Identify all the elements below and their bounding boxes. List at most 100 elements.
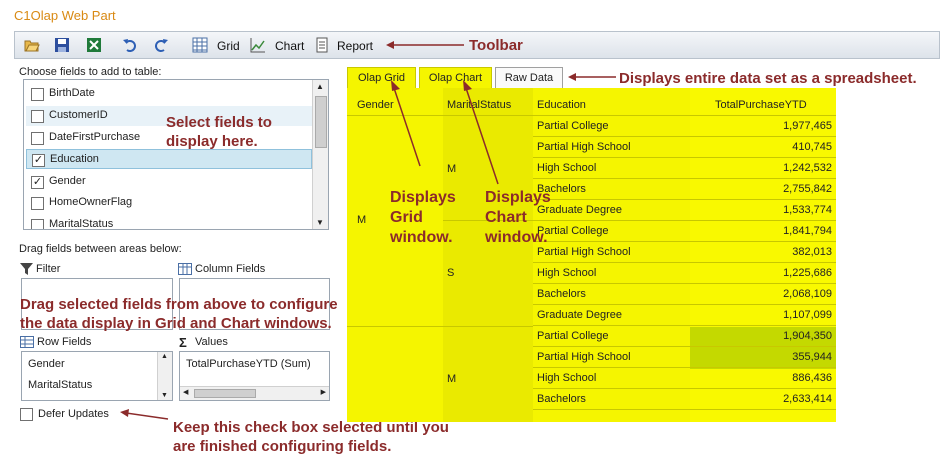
scroll-down-icon[interactable]: ▼	[161, 392, 168, 399]
maritalstatus-cell: S	[447, 267, 455, 279]
row-divider	[533, 367, 836, 368]
checkbox[interactable]	[31, 88, 44, 101]
education-cell[interactable]: Partial High School	[537, 141, 631, 153]
field-list-scrollbar[interactable]: ▲ ▼	[312, 80, 328, 229]
education-cell[interactable]: Graduate Degree	[537, 309, 622, 321]
toolbar-annotation: Toolbar	[469, 37, 523, 54]
defer-updates-label: Defer Updates	[38, 408, 109, 420]
row-fields-scrollbar[interactable]: ▲ ▼	[157, 352, 172, 400]
row-fields-area[interactable]: Gender MaritalStatus ▲ ▼	[21, 351, 173, 401]
save-icon[interactable]	[54, 37, 70, 53]
row-divider	[533, 157, 836, 158]
scroll-left-icon[interactable]: ◀	[183, 388, 188, 396]
field-item-education[interactable]: ✓ Education	[26, 149, 312, 169]
report-button[interactable]: Report	[337, 39, 373, 53]
education-cell[interactable]: Partial College	[537, 120, 609, 132]
row-divider	[533, 220, 836, 221]
chart-window-annotation: Displays Chart window.	[485, 189, 551, 246]
education-cell[interactable]: Bachelors	[537, 288, 586, 300]
education-cell[interactable]: High School	[537, 267, 596, 279]
row-divider	[533, 409, 836, 410]
checkbox-checked[interactable]: ✓	[32, 154, 45, 167]
field-item-maritalstatus[interactable]: MaritalStatus	[26, 215, 312, 229]
open-folder-icon[interactable]	[24, 37, 40, 53]
field-item-birthdate[interactable]: BirthDate	[26, 84, 312, 104]
raw-data-annotation: Displays entire data set as a spreadshee…	[619, 70, 917, 87]
education-cell[interactable]: Partial High School	[537, 246, 631, 258]
scroll-thumb[interactable]	[194, 389, 256, 398]
value-field-totalpurchaseytd[interactable]: TotalPurchaseYTD (Sum)	[186, 358, 311, 370]
raw-data-arrow	[568, 73, 616, 81]
row-fields-icon	[20, 336, 34, 348]
toolbar-arrow	[386, 41, 464, 49]
education-cell[interactable]: Partial High School	[537, 351, 631, 363]
row-divider	[533, 178, 836, 179]
row-divider	[533, 199, 836, 200]
sigma-icon: Σ	[179, 335, 187, 350]
redo-icon[interactable]	[153, 37, 169, 53]
checkbox-checked[interactable]: ✓	[31, 176, 44, 189]
row-divider	[533, 304, 836, 305]
column-fields-label: Column Fields	[195, 263, 266, 275]
filter-label: Filter	[36, 263, 61, 275]
total-cell[interactable]: 355,944	[792, 351, 832, 363]
report-icon[interactable]	[314, 37, 330, 53]
values-label: Values	[195, 336, 228, 348]
total-cell[interactable]: 2,755,842	[783, 183, 832, 195]
checkbox[interactable]	[31, 110, 44, 123]
filter-icon	[20, 263, 33, 275]
total-cell[interactable]: 1,225,686	[783, 267, 832, 279]
excel-icon[interactable]	[86, 37, 102, 53]
chart-icon[interactable]	[250, 37, 266, 53]
total-cell[interactable]: 886,436	[792, 372, 832, 384]
values-hscrollbar[interactable]: ◀ ▶	[180, 386, 329, 400]
checkbox[interactable]	[31, 219, 44, 229]
field-list: BirthDate CustomerID DateFirstPurchase ✓…	[23, 79, 329, 230]
scroll-right-icon[interactable]: ▶	[321, 388, 326, 396]
total-cell[interactable]: 1,242,532	[783, 162, 832, 174]
undo-icon[interactable]	[122, 37, 138, 53]
scroll-thumb[interactable]	[315, 96, 327, 148]
field-item-homeownerflag[interactable]: HomeOwnerFlag	[26, 193, 312, 213]
scroll-down-icon[interactable]: ▼	[316, 218, 324, 227]
total-cell[interactable]: 382,013	[792, 246, 832, 258]
defer-arrow	[120, 409, 169, 420]
scroll-up-icon[interactable]: ▲	[316, 82, 324, 91]
grid-icon[interactable]	[192, 37, 208, 53]
chart-button[interactable]: Chart	[275, 39, 304, 53]
row-field-maritalstatus[interactable]: MaritalStatus	[28, 379, 92, 391]
row-fields-label: Row Fields	[37, 336, 92, 348]
education-cell[interactable]: High School	[537, 162, 596, 174]
total-cell[interactable]: 1,533,774	[783, 204, 832, 216]
total-cell[interactable]: 410,745	[792, 141, 832, 153]
row-divider	[533, 136, 836, 137]
total-cell[interactable]: 2,633,414	[783, 393, 832, 405]
tab-annotation-arrows	[391, 80, 499, 185]
field-item-gender[interactable]: ✓ Gender	[26, 172, 312, 192]
row-divider	[533, 346, 836, 347]
scroll-up-icon[interactable]: ▲	[161, 353, 168, 360]
education-cell[interactable]: High School	[537, 372, 596, 384]
grid-button[interactable]: Grid	[217, 39, 240, 53]
checkbox[interactable]	[31, 132, 44, 145]
defer-updates-checkbox[interactable]	[20, 408, 33, 421]
total-cell[interactable]: 1,107,099	[783, 309, 832, 321]
row-divider	[533, 388, 836, 389]
total-cell[interactable]: 1,977,465	[783, 120, 832, 132]
drag-annotation: Drag selected fields from above to confi…	[20, 296, 338, 332]
total-cell[interactable]: 1,841,794	[783, 225, 832, 237]
education-cell[interactable]: Bachelors	[537, 393, 586, 405]
gender-cell: M	[357, 214, 367, 226]
maritalstatus-cell: M	[447, 373, 457, 385]
row-divider	[533, 283, 836, 284]
row-divider	[533, 325, 836, 326]
checkbox[interactable]	[31, 197, 44, 210]
total-cell[interactable]: 2,068,109	[783, 288, 832, 300]
education-cell[interactable]: Partial College	[537, 330, 609, 342]
header-totalpurchaseytd[interactable]: TotalPurchaseYTD	[715, 99, 807, 111]
row-field-gender[interactable]: Gender	[28, 358, 65, 370]
total-cell[interactable]: 1,904,350	[783, 330, 832, 342]
values-area[interactable]: TotalPurchaseYTD (Sum) ◀ ▶	[179, 351, 330, 401]
defer-annotation: Keep this check box selected until you a…	[173, 419, 449, 455]
header-education[interactable]: Education	[537, 99, 586, 111]
